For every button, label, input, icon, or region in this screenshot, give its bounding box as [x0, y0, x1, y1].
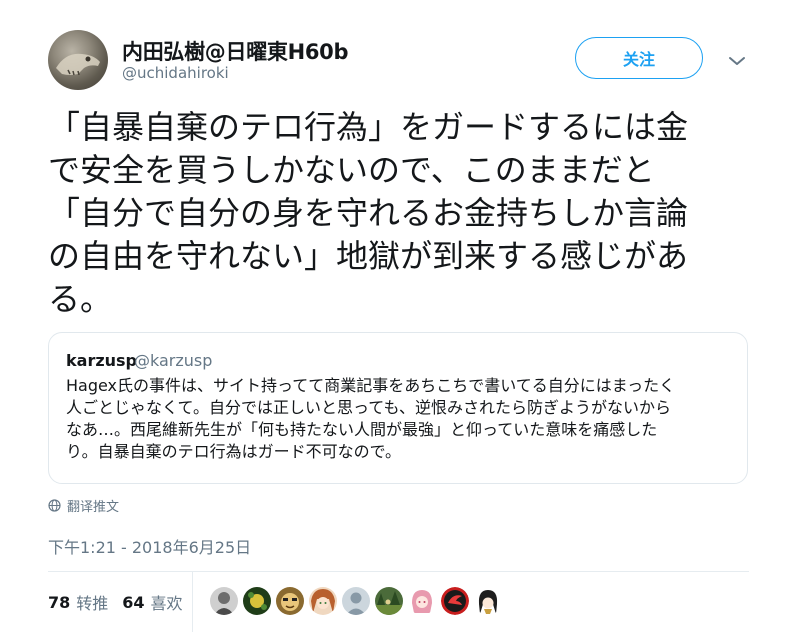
translate-tweet-link[interactable]: 翻译推文 — [48, 496, 119, 515]
dark-hair-anime-avatar-icon — [474, 587, 502, 615]
liker-avatar[interactable] — [342, 587, 370, 615]
author-avatar[interactable] — [48, 30, 108, 90]
liker-avatar[interactable] — [243, 587, 271, 615]
stats-divider — [192, 572, 193, 632]
chevron-down-icon — [729, 57, 745, 65]
quoted-tweet-handle: @karzusp — [134, 351, 213, 370]
anime-girl-avatar-icon — [309, 587, 337, 615]
tweet-text-line: で安全を買うしかないので、このままだと — [48, 151, 655, 189]
tweet-menu-button[interactable] — [728, 52, 746, 65]
tweet-text: 「自暴自棄のテロ行為」をガードするには金 で安全を買うしかないので、このままだと… — [48, 106, 748, 321]
liker-avatar[interactable] — [210, 587, 238, 615]
tweet-text-line: の自由を守れない」地獄が到来する感じがあ — [48, 237, 689, 275]
likes-stat[interactable]: 64 喜欢 — [122, 590, 182, 614]
author-handle[interactable]: @uchidahiroki — [122, 64, 229, 82]
liker-avatar[interactable] — [276, 587, 304, 615]
forest-scene-avatar-icon — [375, 587, 403, 615]
liker-avatar[interactable] — [441, 587, 469, 615]
retweets-count: 78 — [48, 592, 71, 612]
retweets-label: 转推 — [76, 594, 109, 613]
gray-portrait-avatar-icon — [210, 587, 238, 615]
red-bird-avatar-icon — [441, 587, 469, 615]
divider — [48, 571, 749, 572]
quoted-tweet-line: 人ごとじゃなくて。自分では正しいと思っても、逆恨みされたら防ぎようがないから — [66, 398, 671, 417]
tweet-stats: 78 转推 64 喜欢 — [48, 590, 197, 614]
tweet-text-line: 「自暴自棄のテロ行為」をガードするには金 — [48, 108, 689, 146]
quoted-tweet-line: Hagex氏の事件は、サイト持ってて商業記事をあちこちで書いてる自分にはまったく — [66, 376, 676, 395]
globe-icon — [48, 499, 61, 512]
default-egg-avatar-icon — [342, 587, 370, 615]
likes-count: 64 — [122, 592, 145, 612]
quoted-tweet-text: Hagex氏の事件は、サイト持ってて商業記事をあちこちで書いてる自分にはまったく… — [66, 375, 736, 463]
liker-avatars — [210, 587, 502, 615]
translate-label: 翻译推文 — [67, 500, 120, 515]
likes-label: 喜欢 — [150, 594, 183, 613]
author-display-name[interactable]: 内田弘樹@日曜東H60b — [122, 36, 349, 66]
dinosaur-skeleton-avatar-icon — [56, 53, 100, 76]
green-leaf-avatar-icon — [243, 587, 271, 615]
follow-button[interactable]: 关注 — [575, 37, 703, 79]
quoted-tweet-line: り。自暴自棄のテロ行為はガード不可なので。 — [66, 442, 402, 461]
liker-avatar[interactable] — [375, 587, 403, 615]
pink-anime-avatar-icon — [408, 587, 436, 615]
liker-avatar[interactable] — [408, 587, 436, 615]
quoted-tweet-line: なあ…。西尾維新先生が「何も持たない人間が最強」と仰っていた意味を痛感した — [66, 420, 658, 439]
liker-avatar[interactable] — [474, 587, 502, 615]
quoted-tweet-card[interactable]: karzusp @karzusp Hagex氏の事件は、サイト持ってて商業記事を… — [48, 332, 748, 484]
liker-avatar[interactable] — [309, 587, 337, 615]
quoted-tweet-name: karzusp — [66, 351, 138, 370]
tweet-text-line: 「自分で自分の身を守れるお金持ちしか言論 — [48, 194, 689, 232]
tweet-text-line: る。 — [48, 280, 113, 318]
cartoon-face-avatar-icon — [276, 587, 304, 615]
tweet-timestamp[interactable]: 下午1:21 - 2018年6月25日 — [48, 534, 251, 558]
retweets-stat[interactable]: 78 转推 — [48, 590, 108, 614]
